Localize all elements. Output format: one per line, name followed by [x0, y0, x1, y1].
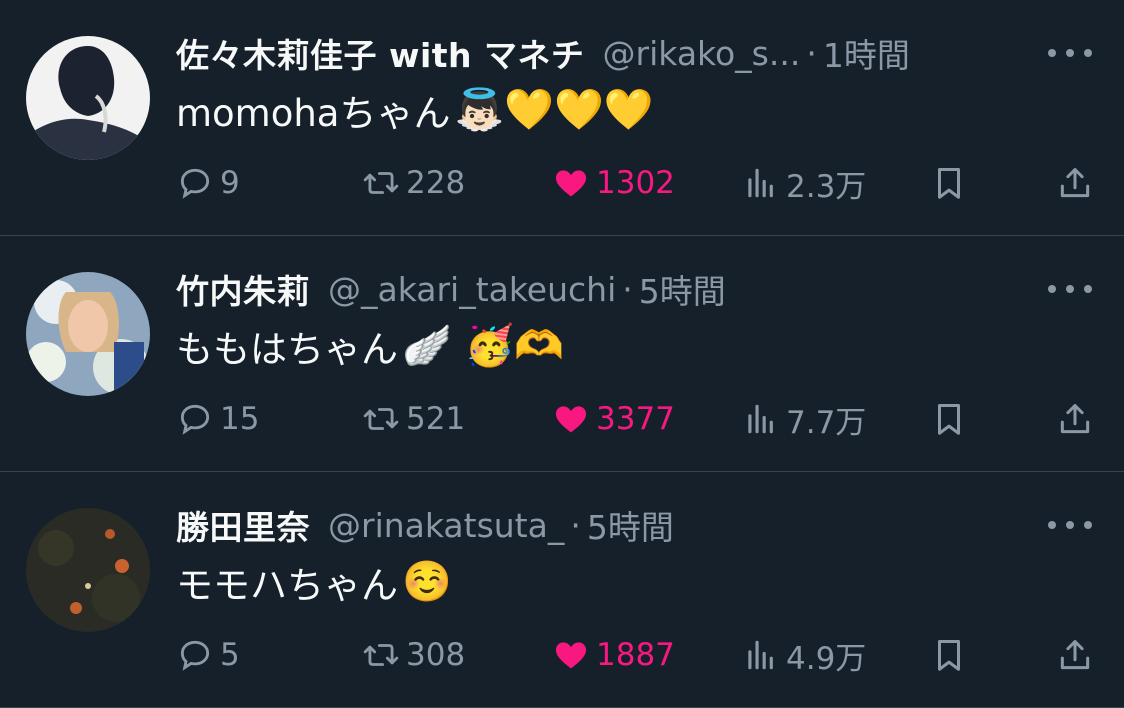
share-button[interactable] — [1056, 394, 1094, 444]
more-icon[interactable] — [1048, 510, 1092, 540]
reply-icon — [180, 640, 210, 671]
tweet-text: momohaちゃん 👼🏻💛💛💛 — [176, 82, 654, 138]
reply-count: 9 — [220, 165, 240, 201]
tweet-text-content: ももはちゃん — [176, 328, 398, 371]
reply-button[interactable]: 5 — [176, 630, 240, 680]
retweet-button[interactable]: 228 — [362, 158, 465, 208]
reply-button[interactable]: 9 — [176, 158, 240, 208]
share-icon — [1060, 168, 1090, 198]
tweet[interactable]: 佐々木莉佳子 with マネチ @rikako_s... · 1時間 momoh… — [0, 0, 1124, 236]
display-name[interactable]: 佐々木莉佳子 with マネチ — [176, 30, 585, 76]
retweet-icon — [363, 408, 399, 430]
like-button[interactable]: 3377 — [552, 394, 675, 444]
bookmark-button[interactable] — [930, 394, 968, 444]
share-button[interactable] — [1056, 630, 1094, 680]
tweet-header: 竹内朱莉 @_akari_takeuchi · 5時間 — [176, 266, 1024, 312]
share-icon — [1060, 640, 1090, 670]
tweet[interactable]: 竹内朱莉 @_akari_takeuchi · 5時間 ももはちゃん 🪽 🥳🫶 … — [0, 236, 1124, 472]
like-button[interactable]: 1887 — [552, 630, 675, 680]
bookmark-button[interactable] — [930, 158, 968, 208]
views-icon — [748, 640, 773, 670]
action-bar: 15 521 3377 7.7万 — [176, 394, 1094, 444]
tweet-text-content: momohaちゃん — [176, 92, 451, 135]
display-name[interactable]: 竹内朱莉 — [176, 266, 310, 312]
views-button[interactable]: 2.3万 — [742, 158, 866, 208]
user-handle[interactable]: @rikako_s... — [603, 34, 801, 73]
timestamp[interactable]: 5時間 — [587, 502, 674, 548]
avatar[interactable] — [26, 508, 150, 632]
tweet-text: モモハちゃん ☺️ — [176, 554, 452, 610]
bookmark-icon — [937, 640, 961, 671]
separator-dot: · — [622, 269, 633, 309]
action-bar: 9 228 1302 2.3万 — [176, 158, 1094, 208]
reply-icon — [180, 168, 210, 199]
timestamp[interactable]: 1時間 — [823, 30, 910, 76]
display-name[interactable]: 勝田里奈 — [176, 502, 310, 548]
retweet-button[interactable]: 521 — [362, 394, 465, 444]
retweet-icon — [363, 644, 399, 666]
retweet-count: 521 — [406, 401, 466, 437]
share-icon — [1060, 404, 1090, 434]
heart-icon — [555, 642, 587, 669]
retweet-button[interactable]: 308 — [362, 630, 465, 680]
retweet-count: 308 — [406, 637, 466, 673]
views-icon — [748, 168, 773, 198]
tweet-emojis: 🪽 🥳🫶 — [402, 323, 565, 369]
reply-icon — [180, 404, 210, 435]
reply-button[interactable]: 15 — [176, 394, 259, 444]
like-count: 1887 — [596, 637, 675, 673]
separator-dot: · — [570, 505, 581, 545]
heart-icon — [555, 170, 587, 197]
tweet[interactable]: 勝田里奈 @rinakatsuta_ · 5時間 モモハちゃん ☺️ 5 308… — [0, 472, 1124, 708]
reply-count: 5 — [220, 637, 240, 673]
reply-count: 15 — [220, 401, 260, 437]
tweet-emojis: ☺️ — [402, 559, 452, 605]
tweet-header: 勝田里奈 @rinakatsuta_ · 5時間 — [176, 502, 1024, 548]
like-count: 3377 — [596, 401, 675, 437]
more-icon[interactable] — [1048, 38, 1092, 68]
like-count: 1302 — [596, 165, 675, 201]
retweet-icon — [363, 172, 399, 194]
tweet-text-content: モモハちゃん — [176, 564, 398, 607]
more-icon[interactable] — [1048, 274, 1092, 304]
retweet-count: 228 — [406, 165, 466, 201]
tweet-text: ももはちゃん 🪽 🥳🫶 — [176, 318, 564, 374]
avatar[interactable] — [26, 36, 150, 160]
separator-dot: · — [806, 33, 817, 73]
view-count: 7.7万 — [786, 404, 867, 441]
user-handle[interactable]: @_akari_takeuchi — [328, 270, 616, 309]
bookmark-icon — [937, 168, 961, 199]
share-button[interactable] — [1056, 158, 1094, 208]
view-count: 4.9万 — [786, 640, 867, 677]
action-bar: 5 308 1887 4.9万 — [176, 630, 1094, 680]
user-handle[interactable]: @rinakatsuta_ — [328, 506, 564, 545]
views-button[interactable]: 7.7万 — [742, 394, 866, 444]
like-button[interactable]: 1302 — [552, 158, 675, 208]
tweet-emojis: 👼🏻💛💛💛 — [454, 87, 654, 133]
views-icon — [748, 404, 773, 434]
bookmark-button[interactable] — [930, 630, 968, 680]
view-count: 2.3万 — [786, 168, 867, 205]
bookmark-icon — [937, 404, 961, 435]
tweet-header: 佐々木莉佳子 with マネチ @rikako_s... · 1時間 — [176, 30, 1024, 76]
heart-icon — [555, 406, 587, 433]
timestamp[interactable]: 5時間 — [639, 266, 726, 312]
avatar[interactable] — [26, 272, 150, 396]
views-button[interactable]: 4.9万 — [742, 630, 866, 680]
